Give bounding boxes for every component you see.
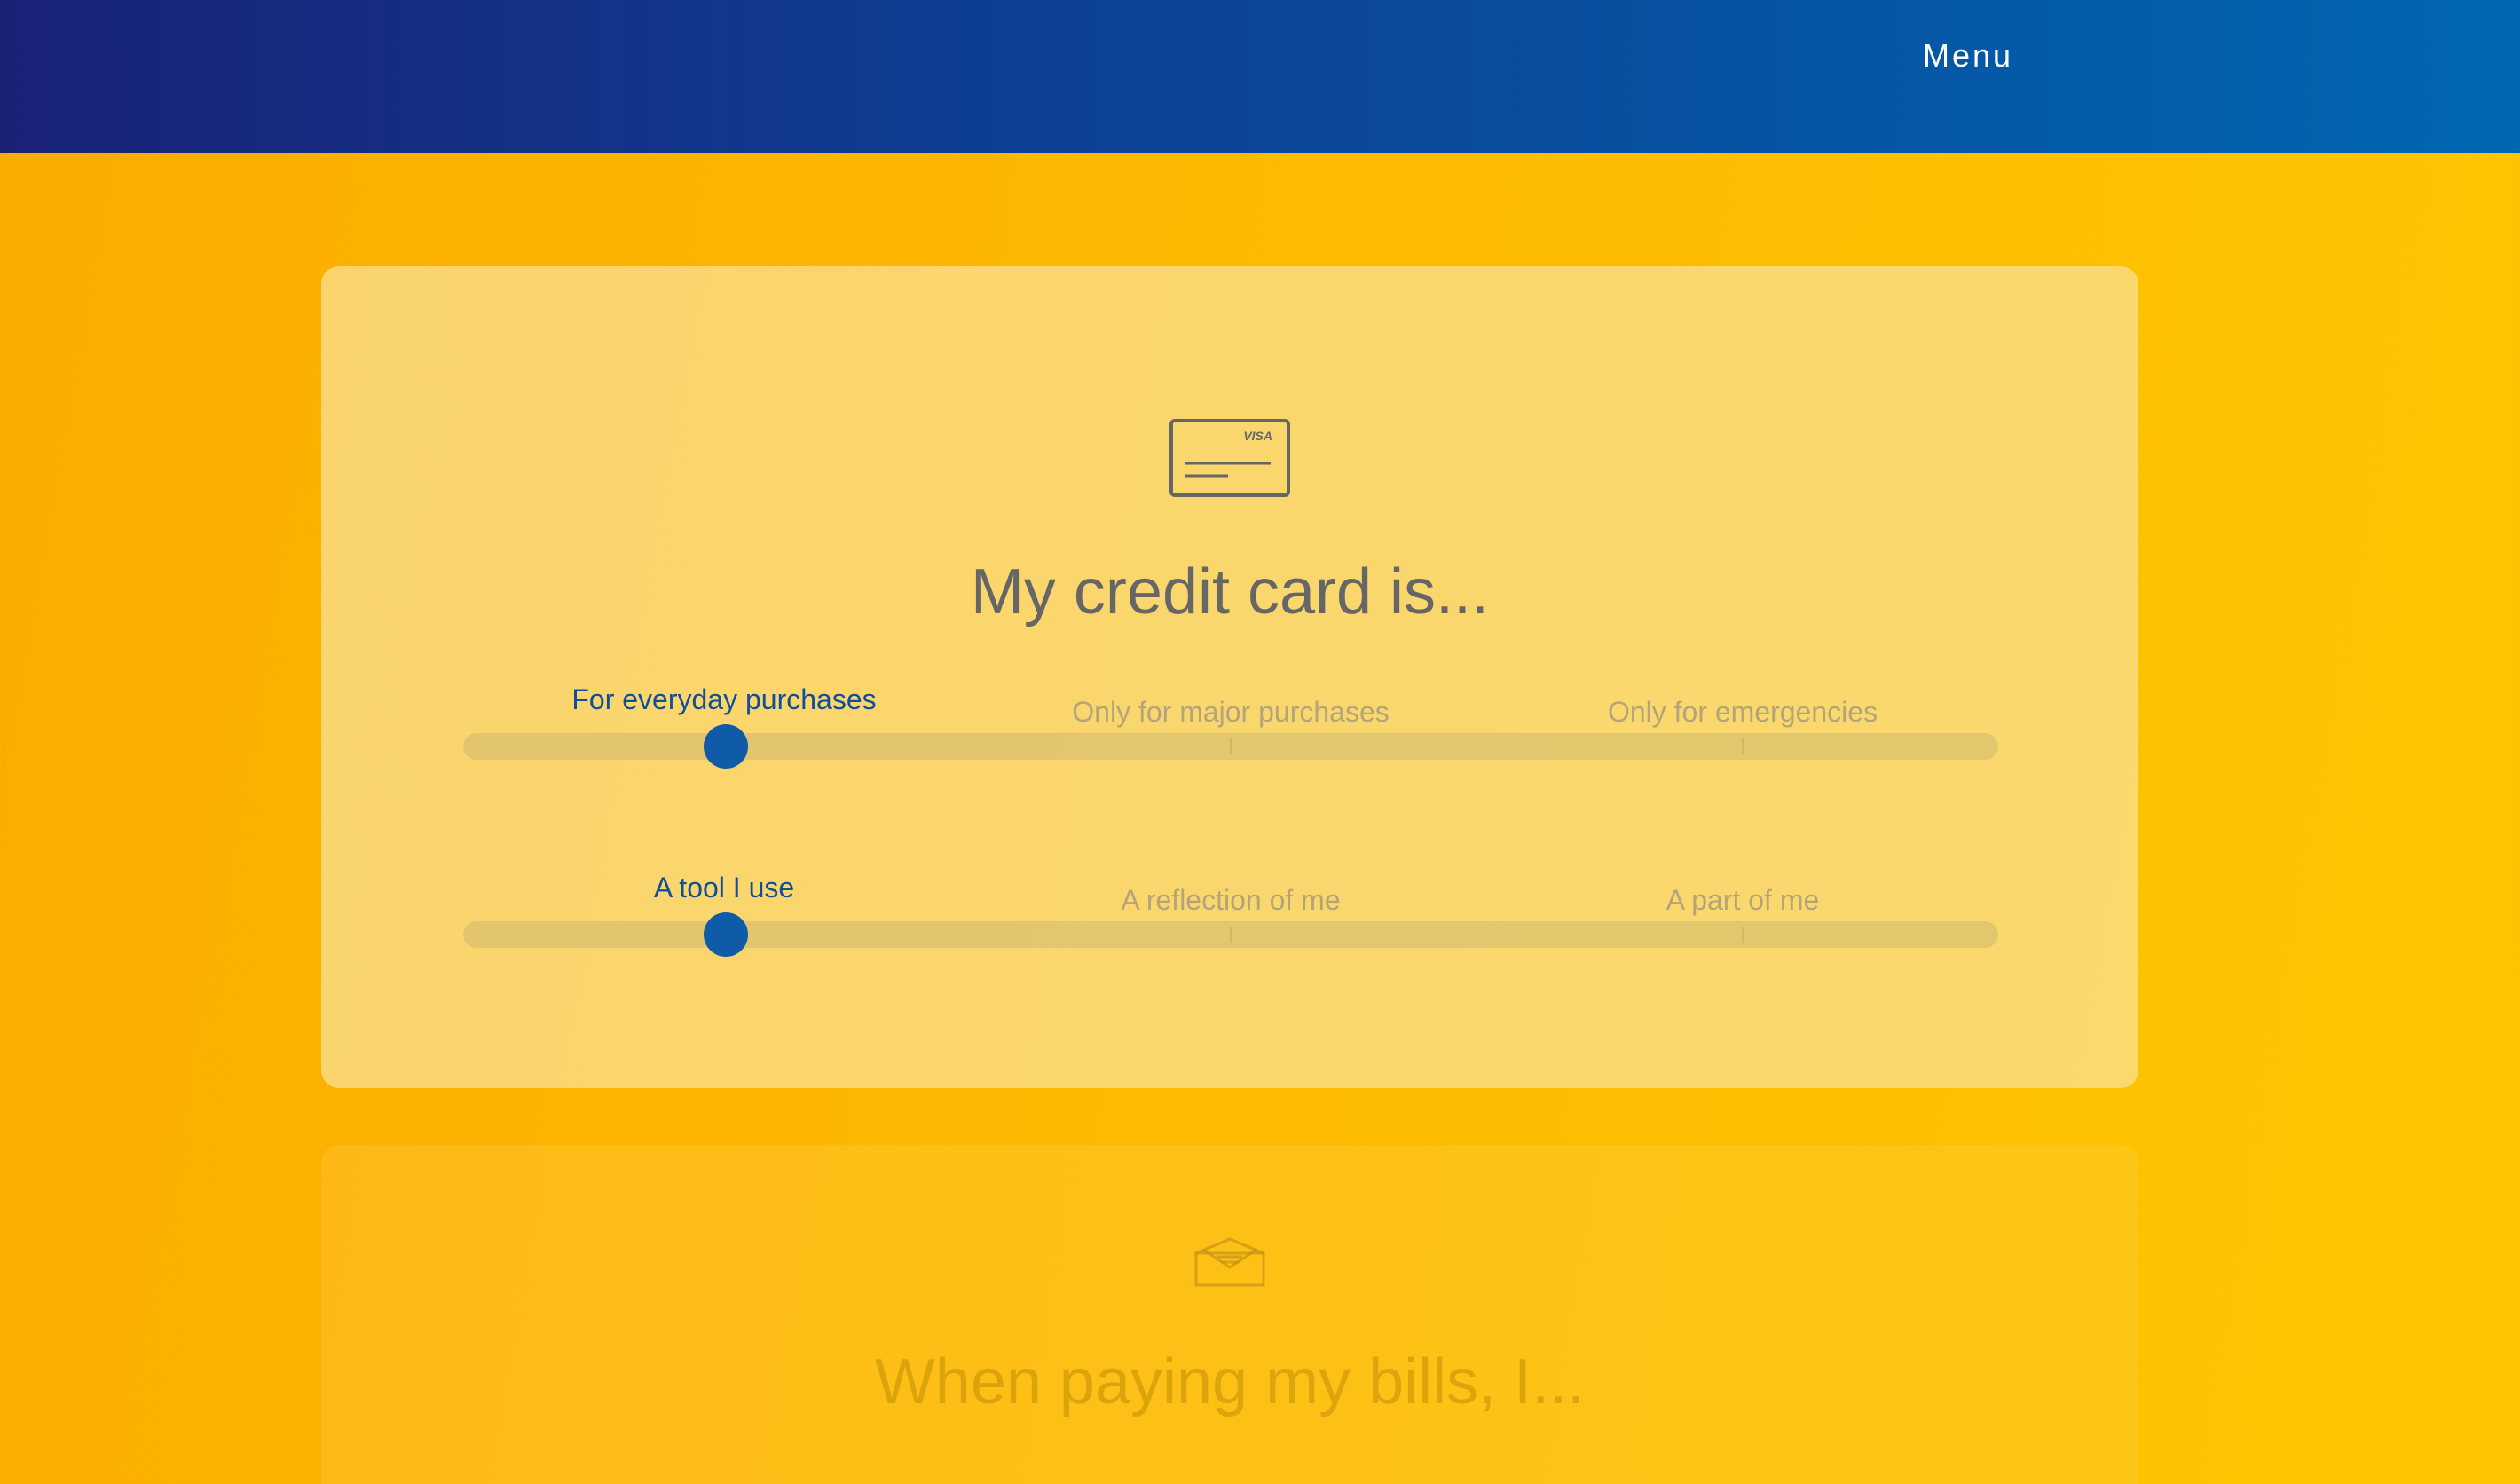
slider-thumb[interactable] — [704, 912, 748, 957]
visa-logo-text: VISA — [1243, 429, 1272, 443]
slider-tick — [1230, 927, 1232, 943]
slider-option-reflection[interactable]: A reflection of me — [1121, 884, 1340, 917]
slider-identity: A tool I use A reflection of me A part o… — [463, 872, 1998, 969]
slider-track[interactable] — [463, 724, 1998, 769]
slider-option-tool[interactable]: A tool I use — [654, 872, 794, 904]
slider-option-everyday[interactable]: For everyday purchases — [571, 683, 876, 716]
slider-usage: For everyday purchases Only for major pu… — [463, 683, 1998, 781]
slider-tick — [1230, 738, 1232, 754]
question-title: When paying my bills, I... — [874, 1346, 1586, 1417]
menu-button[interactable]: Menu — [1906, 34, 2030, 78]
slider-option-emergencies[interactable]: Only for emergencies — [1608, 696, 1878, 729]
credit-card-icon: VISA — [1169, 419, 1290, 497]
question-card-bills: When paying my bills, I... — [321, 1145, 2138, 1484]
slider-tick — [1742, 738, 1744, 754]
slider-option-major[interactable]: Only for major purchases — [1072, 696, 1389, 729]
slider-thumb[interactable] — [704, 724, 748, 769]
top-navigation-bar: Menu — [0, 0, 2520, 153]
envelope-icon — [1194, 1237, 1265, 1287]
question-card-credit-card: VISA My credit card is... For everyday p… — [321, 266, 2138, 1088]
question-title: My credit card is... — [970, 556, 1490, 628]
slider-track[interactable] — [463, 912, 1998, 957]
slider-tick — [1742, 927, 1744, 943]
slider-option-part[interactable]: A part of me — [1666, 884, 1820, 917]
